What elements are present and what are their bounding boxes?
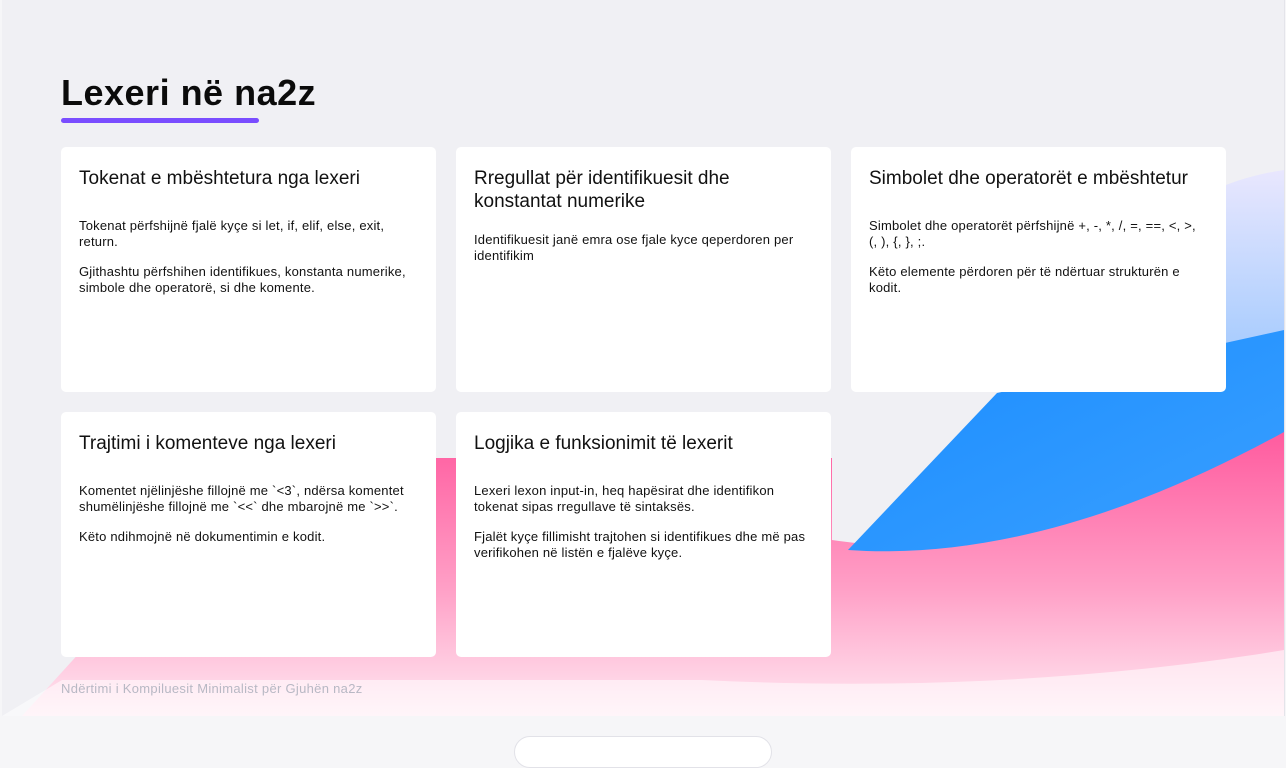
card-heading: Tokenat e mbështetura nga lexeri [79, 168, 360, 189]
card-heading: Logjika e funksionimit të lexerit [474, 433, 733, 454]
page-title: Lexeri në na2z [61, 72, 317, 113]
card-paragraph: Tokenat përfshijnë fjalë kyçe si let, if… [79, 218, 385, 249]
slide-footer: Ndërtimi i Kompiluesit Minimalist për Gj… [61, 681, 363, 696]
slide: Lexeri në na2z Tokenat e mbështetura nga… [2, 0, 1285, 716]
card-body: Simbolet dhe operatorët përfshijnë +, -,… [869, 218, 1208, 296]
card-paragraph: Lexeri lexon input-in, heq hapësirat dhe… [474, 483, 775, 514]
card-paragraph: Këto elemente përdoren për të ndërtuar s… [869, 264, 1180, 295]
card-body: Identifikuesit janë emra ose fjale kyce … [474, 232, 813, 264]
presentation-controls[interactable] [514, 736, 772, 768]
card-body: Lexeri lexon input-in, heq hapësirat dhe… [474, 483, 813, 561]
card-paragraph: Gjithashtu përfshihen identifikues, kons… [79, 264, 406, 295]
card-heading: Trajtimi i komenteve nga lexeri [79, 433, 336, 454]
card-paragraph: Komentet njëlinjëshe fillojnë me `<3`, n… [79, 483, 404, 514]
card-identifier-rules: Rregullat për identifikuesit dhe konstan… [456, 147, 831, 392]
card-heading: Rregullat për identifikuesit dhe konstan… [474, 168, 730, 212]
card-paragraph: Fjalët kyçe fillimisht trajtohen si iden… [474, 529, 806, 560]
card-body: Tokenat përfshijnë fjalë kyçe si let, if… [79, 218, 418, 296]
card-comment-handling: Trajtimi i komenteve nga lexeri Komentet… [61, 412, 436, 657]
card-body: Komentet njëlinjëshe fillojnë me `<3`, n… [79, 483, 418, 545]
card-paragraph: Identifikuesit janë emra ose fjale kyce … [474, 232, 794, 263]
card-heading: Simbolet dhe operatorët e mbështetur [869, 168, 1188, 189]
title-underline [61, 118, 259, 123]
card-supported-tokens: Tokenat e mbështetura nga lexeri Tokenat… [61, 147, 436, 392]
card-lexer-logic: Logjika e funksionimit të lexerit Lexeri… [456, 412, 831, 657]
card-paragraph: Simbolet dhe operatorët përfshijnë +, -,… [869, 218, 1196, 249]
card-paragraph: Këto ndihmojnë në dokumentimin e kodit. [79, 529, 326, 544]
card-symbols-operators: Simbolet dhe operatorët e mbështetur Sim… [851, 147, 1226, 392]
